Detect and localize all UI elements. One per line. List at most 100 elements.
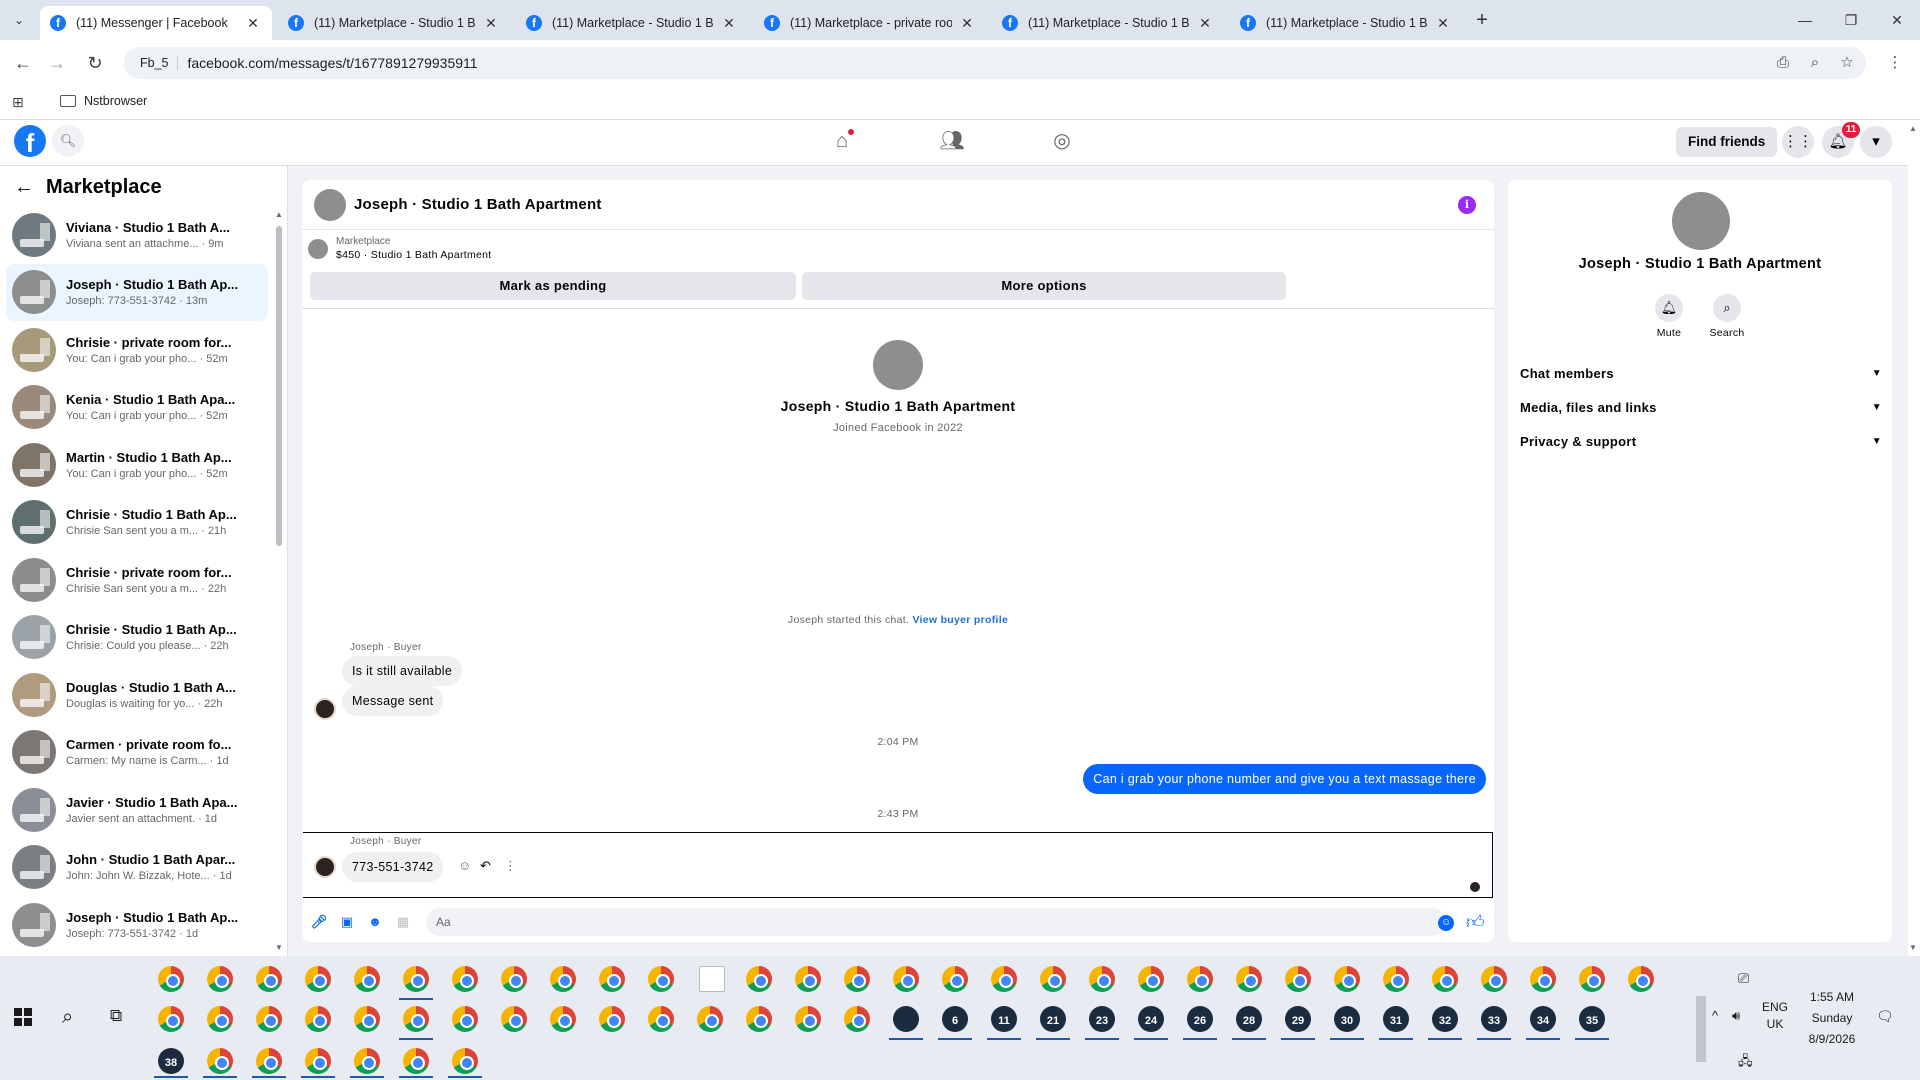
chrome-app-icon[interactable] — [1481, 966, 1507, 992]
chrome-app-icon[interactable] — [305, 1006, 331, 1032]
language-indicator[interactable]: ENG UK — [1760, 1000, 1790, 1031]
message-input[interactable]: Aa — [426, 908, 1446, 936]
chrome-app-icon[interactable] — [403, 1006, 429, 1032]
search-icon[interactable]: 🔍︎ — [52, 125, 84, 157]
gif-icon[interactable]: ▦ — [394, 913, 412, 931]
account-dropdown-icon[interactable]: ▾ — [1860, 126, 1892, 158]
close-tab-icon[interactable]: ✕ — [720, 15, 738, 32]
conversation-item[interactable]: Carmen · private room fo... Carmen: My na… — [6, 724, 268, 782]
browser-app-icon[interactable] — [354, 1048, 380, 1074]
chrome-app-icon[interactable] — [1236, 966, 1262, 992]
react-emoji-icon[interactable]: ☺ — [458, 858, 471, 873]
conversation-item[interactable]: Joseph · Studio 1 Bath Ap... Joseph: 773-… — [6, 263, 268, 321]
incoming-message[interactable]: Is it still available — [342, 656, 463, 686]
chrome-app-icon[interactable] — [746, 1006, 772, 1032]
minimize-button[interactable]: — — [1790, 8, 1820, 32]
restore-button[interactable]: ❐ — [1836, 8, 1866, 32]
numbered-browser-profile-icon[interactable]: 29 — [1285, 1006, 1311, 1032]
clock[interactable]: 1:55 AM Sunday 8/9/2026 — [1800, 990, 1864, 1046]
section-privacy-support[interactable]: Privacy & support ▼ — [1520, 428, 1882, 454]
chrome-app-icon[interactable] — [648, 966, 674, 992]
incoming-message[interactable]: 773-551-3742 — [342, 852, 444, 882]
chrome-app-icon[interactable] — [795, 1006, 821, 1032]
close-window-button[interactable]: ✕ — [1882, 8, 1912, 32]
back-button[interactable]: ← — [10, 50, 36, 76]
numbered-browser-profile-icon[interactable]: 38 — [158, 1048, 184, 1074]
like-thumb-icon[interactable]: 👍︎ — [1466, 911, 1485, 933]
chrome-app-icon[interactable] — [1334, 966, 1360, 992]
emoji-icon[interactable]: ☺ — [1438, 915, 1454, 931]
numbered-browser-profile-icon[interactable]: 24 — [1138, 1006, 1164, 1032]
browser-app-icon[interactable] — [207, 1048, 233, 1074]
browser-app-icon[interactable] — [452, 1048, 478, 1074]
close-tab-icon[interactable]: ✕ — [244, 15, 262, 32]
browser-tab[interactable]: f (11) Marketplace - Studio 1 Bath ✕ — [278, 6, 510, 40]
conversation-item[interactable]: Viviana · Studio 1 Bath A... Viviana sent… — [6, 206, 268, 264]
conversation-item[interactable]: Kenia · Studio 1 Bath Apa... You: Can i g… — [6, 379, 268, 437]
install-app-icon[interactable]: ⎙ — [1772, 52, 1794, 74]
sender-avatar[interactable] — [314, 856, 336, 878]
browser-tab[interactable]: f (11) Marketplace - private room ✕ — [754, 6, 986, 40]
conversation-item[interactable]: Chrisie · private room for... Chrisie San… — [6, 551, 268, 609]
chrome-app-icon[interactable] — [1089, 966, 1115, 992]
numbered-browser-profile-icon[interactable]: 28 — [1236, 1006, 1262, 1032]
chrome-app-icon[interactable] — [452, 1006, 478, 1032]
scroll-down-icon[interactable]: ▼ — [1909, 943, 1917, 952]
sidebar-scrollbar[interactable]: ▲ ▼ — [275, 210, 283, 952]
chrome-app-icon[interactable] — [599, 966, 625, 992]
search-conversation-button[interactable]: ⌕ Search — [1702, 294, 1752, 339]
chrome-app-icon[interactable] — [1383, 966, 1409, 992]
chrome-app-icon[interactable] — [501, 1006, 527, 1032]
reload-button[interactable]: ↻ — [82, 50, 108, 76]
chrome-app-icon[interactable] — [501, 966, 527, 992]
sender-avatar[interactable] — [314, 698, 336, 720]
browser-tab[interactable]: f (11) Marketplace - Studio 1 Bath ✕ — [516, 6, 748, 40]
chrome-app-icon[interactable] — [844, 966, 870, 992]
section-chat-members[interactable]: Chat members ▼ — [1520, 360, 1882, 386]
numbered-browser-profile-icon[interactable]: 6 — [942, 1006, 968, 1032]
mute-button[interactable]: 🔔︎ Mute — [1644, 294, 1694, 339]
groups-icon[interactable]: ◎ — [1042, 126, 1082, 156]
tab-search-dropdown-icon[interactable]: ⌄ — [8, 10, 30, 30]
chrome-app-icon[interactable] — [256, 1006, 282, 1032]
file-app-icon[interactable] — [699, 966, 725, 992]
chrome-app-icon[interactable] — [1530, 966, 1556, 992]
bell-icon[interactable]: 🔔︎ — [1655, 294, 1683, 322]
numbered-browser-profile-icon[interactable]: 30 — [1334, 1006, 1360, 1032]
chrome-app-icon[interactable] — [452, 966, 478, 992]
numbered-browser-profile-icon[interactable]: 32 — [1432, 1006, 1458, 1032]
chrome-app-icon[interactable] — [648, 1006, 674, 1032]
bookmark-star-icon[interactable]: ☆ — [1836, 52, 1858, 74]
chat-header-name[interactable]: Joseph · Studio 1 Bath Apartment — [354, 196, 602, 213]
outgoing-message[interactable]: Can i grab your phone number and give yo… — [1083, 764, 1486, 794]
chrome-app-icon[interactable] — [403, 966, 429, 992]
close-tab-icon[interactable]: ✕ — [1434, 15, 1452, 32]
taskbar-search-icon[interactable]: ⌕ — [62, 1006, 73, 1029]
chrome-app-icon[interactable] — [844, 1006, 870, 1032]
task-view-icon[interactable]: ⧉ — [110, 1006, 122, 1026]
chrome-app-icon[interactable] — [1040, 966, 1066, 992]
chrome-app-icon[interactable] — [354, 1006, 380, 1032]
numbered-browser-profile-icon[interactable]: 11 — [991, 1006, 1017, 1032]
close-tab-icon[interactable]: ✕ — [482, 15, 500, 32]
numbered-browser-profile-icon[interactable]: 21 — [1040, 1006, 1066, 1032]
friends-icon[interactable]: 👥︎ — [932, 126, 972, 156]
numbered-browser-profile-icon[interactable]: 26 — [1187, 1006, 1213, 1032]
chrome-app-icon[interactable] — [746, 966, 772, 992]
find-friends-button[interactable]: Find friends — [1676, 127, 1778, 157]
chrome-app-icon[interactable] — [1628, 966, 1654, 992]
chrome-app-icon[interactable] — [550, 1006, 576, 1032]
conversation-item[interactable]: Chrisie · Studio 1 Bath Ap... Chrisie: Co… — [6, 609, 268, 667]
scrollbar-thumb[interactable] — [1696, 996, 1706, 1062]
chrome-app-icon[interactable] — [158, 1006, 184, 1032]
chrome-app-icon[interactable] — [305, 966, 331, 992]
conversation-item[interactable]: John · Studio 1 Bath Apar... John: John W… — [6, 839, 268, 897]
chat-header-avatar[interactable] — [314, 188, 346, 221]
numbered-browser-profile-icon[interactable]: 31 — [1383, 1006, 1409, 1032]
chrome-app-icon[interactable] — [158, 966, 184, 992]
volume-icon[interactable]: 🔊︎ — [1732, 1008, 1740, 1024]
windows-start-icon[interactable] — [14, 1008, 32, 1026]
conversation-item[interactable]: Douglas · Studio 1 Bath A... Douglas is w… — [6, 666, 268, 724]
numbered-browser-profile-icon[interactable]: 23 — [1089, 1006, 1115, 1032]
notification-center-icon[interactable]: 🗨︎ — [1876, 1008, 1894, 1025]
